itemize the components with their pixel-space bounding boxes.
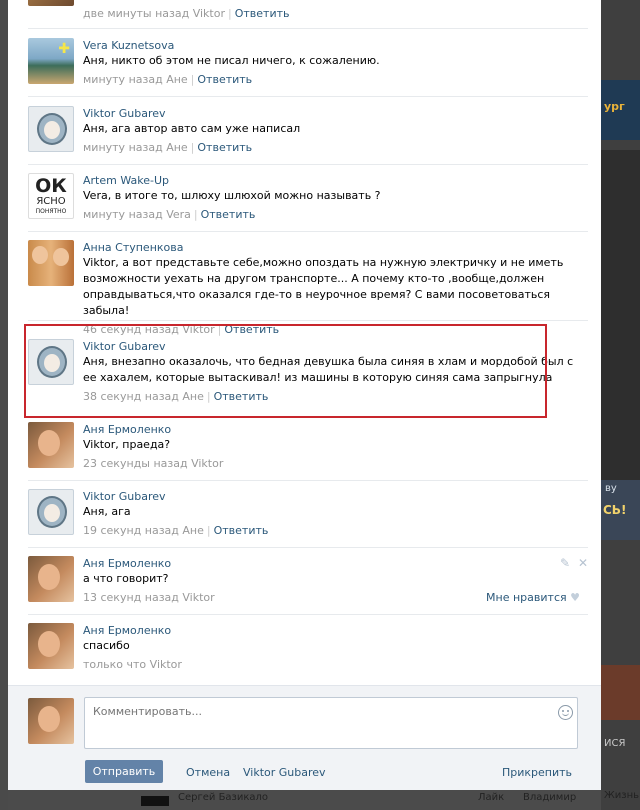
comment-author[interactable]: Artem Wake-Up — [83, 173, 588, 188]
bg-text-1: ург — [604, 100, 625, 113]
bg-text-5: Жизнь — [604, 790, 640, 801]
edit-icon[interactable]: ✎ — [560, 556, 570, 570]
comment-item: Аня Ермоленко а что говорит? 13 секунд н… — [28, 556, 588, 615]
avatar[interactable] — [28, 422, 74, 468]
comment-text: а что говорит? — [83, 572, 169, 585]
avatar-text: ОК — [35, 175, 67, 197]
heart-icon: ♥ — [570, 591, 580, 604]
comment-text: Viktor, а вот представьте себе,можно опо… — [83, 256, 564, 317]
comment-item: Viktor Gubarev Аня, ага 19 секунд назад … — [28, 489, 588, 548]
comment-time[interactable]: 19 секунд назад Ане — [83, 524, 204, 537]
bg-bottom-like: Лайк — [478, 792, 505, 803]
comment-author[interactable]: Viktor Gubarev — [83, 106, 588, 121]
avatar-text: ЯСНО — [36, 196, 66, 207]
comments-modal: две минуты назад Viktor | Ответить ✚ Vera … — [8, 0, 601, 790]
bg-bottom-name-2: Владимир — [523, 792, 577, 803]
comment-item-highlighted: Viktor Gubarev Аня, внезапно оказалочь, … — [28, 339, 588, 414]
bg-text-2: ву — [605, 483, 617, 494]
comment-time[interactable]: минуту назад Vera — [83, 208, 191, 221]
comment-actions: ✎ ✕ — [560, 556, 588, 570]
reply-link[interactable]: Ответить — [235, 7, 290, 20]
reply-link[interactable]: Ответить — [214, 524, 269, 537]
avatar[interactable] — [28, 240, 74, 286]
reply-link[interactable]: Ответить — [197, 73, 252, 86]
bg-text-4: ИСЯ — [604, 738, 626, 749]
comment-time[interactable]: минуту назад Ане — [83, 73, 188, 86]
comment-text: Аня, внезапно оказалочь, что бедная деву… — [83, 355, 574, 384]
send-button[interactable]: Отправить — [85, 760, 163, 783]
avatar[interactable] — [28, 106, 74, 152]
comment-author[interactable]: Аня Ермоленко — [83, 623, 588, 638]
avatar[interactable] — [28, 556, 74, 602]
reply-link[interactable]: Ответить — [201, 208, 256, 221]
comment-text: спасибо — [83, 639, 130, 652]
comment-author[interactable]: Аня Ермоленко — [83, 422, 588, 437]
reply-link[interactable]: Ответить — [224, 323, 279, 336]
plus-icon: ✚ — [58, 41, 70, 57]
avatar[interactable] — [28, 0, 74, 6]
comment-time[interactable]: 13 секунд назад Viktor — [83, 591, 215, 604]
like-label: Мне нравится — [486, 591, 567, 604]
bg-text-3: СЬ! — [603, 503, 627, 517]
comment-time[interactable]: 38 секунд назад Ане — [83, 390, 204, 403]
comment-item: ✚ Vera Kuznetsova Аня, никто об этом не … — [28, 38, 588, 97]
comment-text: Viktor, праеда? — [83, 438, 171, 451]
comment-composer: Отправить Отмена Viktor Gubarev Прикрепи… — [8, 685, 601, 790]
comment-item: Аня Ермоленко Viktor, праеда? 23 секунды… — [28, 422, 588, 481]
comment-time[interactable]: минуту назад Ане — [83, 141, 188, 154]
background-left — [0, 0, 8, 810]
comment-text: Аня, никто об этом не писал ничего, к со… — [83, 54, 380, 67]
attach-button[interactable]: Прикрепить — [502, 766, 572, 779]
comment-item: Viktor Gubarev Аня, ага автор авто сам у… — [28, 106, 588, 165]
avatar[interactable] — [28, 339, 74, 385]
background-right: ург ву СЬ! ИСЯ Жизнь — [601, 0, 640, 810]
like-button[interactable]: Мне нравится ♥ — [486, 591, 580, 604]
comment-author[interactable]: Vera Kuznetsova — [83, 38, 588, 53]
avatar-text: ПОНЯТНО — [35, 208, 67, 215]
comment-item: ОК ЯСНО ПОНЯТНО Artem Wake-Up Vera, в ит… — [28, 173, 588, 232]
avatar[interactable] — [28, 623, 74, 669]
comment-input[interactable] — [84, 697, 578, 749]
bg-bottom-name: Сергей Базикало — [178, 792, 269, 803]
comment-author[interactable]: Viktor Gubarev — [83, 489, 588, 504]
comment-author[interactable]: Аня Ермоленко — [83, 556, 588, 571]
comment-author[interactable]: Viktor Gubarev — [83, 339, 588, 354]
comment-time[interactable]: только что Viktor — [83, 658, 182, 671]
reply-link[interactable]: Ответить — [214, 390, 269, 403]
avatar[interactable] — [28, 489, 74, 535]
comment-author[interactable]: Анна Ступенкова — [83, 240, 588, 255]
background-bottom: Сергей Базикало Лайк Владимир — [8, 790, 601, 810]
comment-item: две минуты назад Viktor | Ответить — [28, 0, 588, 29]
avatar[interactable]: ОК ЯСНО ПОНЯТНО — [28, 173, 74, 219]
comment-text: Аня, ага — [83, 505, 131, 518]
emoji-icon[interactable] — [558, 705, 573, 720]
comment-item: Аня Ермоленко спасибо только что Viktor — [28, 623, 588, 682]
cancel-button[interactable]: Отмена — [186, 766, 230, 779]
comment-item: Анна Ступенкова Viktor, а вот представьт… — [28, 240, 588, 336]
comment-time[interactable]: 23 секунды назад Viktor — [83, 457, 223, 470]
comment-text: Vera, в итоге то, шлюху шлюхой можно наз… — [83, 189, 381, 202]
comment-text: Аня, ага автор авто сам уже написал — [83, 122, 301, 135]
comment-time[interactable]: две минуты назад Viktor — [83, 7, 225, 20]
my-avatar — [28, 698, 74, 744]
reply-link[interactable]: Ответить — [197, 141, 252, 154]
avatar[interactable]: ✚ — [28, 38, 74, 84]
reply-to-link[interactable]: Viktor Gubarev — [243, 766, 326, 779]
comment-time[interactable]: 46 секунд назад Viktor — [83, 323, 215, 336]
close-icon[interactable]: ✕ — [578, 556, 588, 570]
